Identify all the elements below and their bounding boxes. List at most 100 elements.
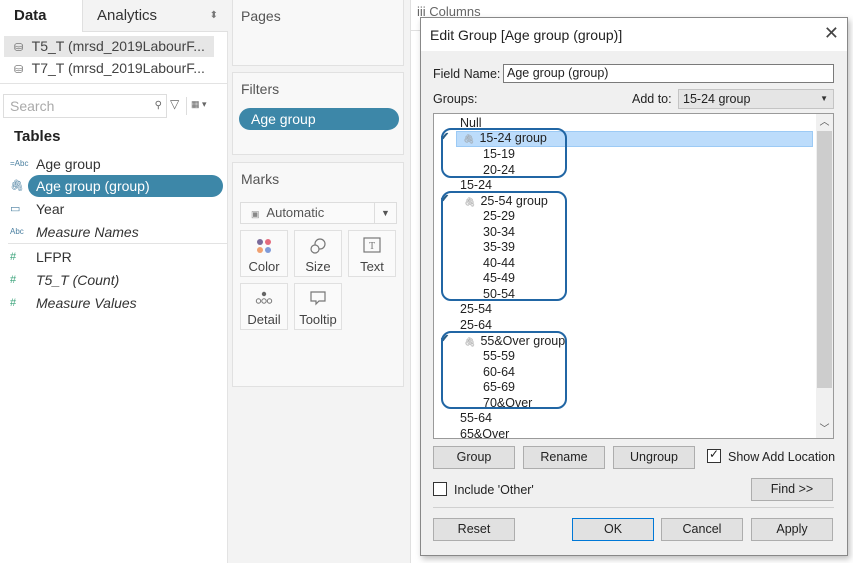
find-button[interactable]: Find >> [751,478,833,501]
tree-item[interactable]: 65-69 [434,380,515,396]
tree-item[interactable]: 15-19 [434,147,515,163]
filters-shelf[interactable]: Filters Age group [232,72,404,155]
tab-analytics[interactable]: Analytics ⬍ [82,0,228,32]
tree-item[interactable]: 60-64 [434,365,515,381]
database-icon: ⛁ [14,64,24,76]
group-button[interactable]: Group [433,446,515,469]
size-icon [295,237,341,255]
ungroup-button[interactable]: Ungroup [613,446,695,469]
add-to-label: Add to: [632,92,672,106]
reset-button[interactable]: Reset [433,518,515,541]
tree-item[interactable]: 35-39 [434,240,515,256]
field-year[interactable]: ▭ Year [0,198,228,220]
tree-item[interactable]: 55-59 [434,349,515,365]
text-icon: T [349,237,395,255]
tree-group-label: 55&Over group [480,334,566,348]
marks-title: Marks [241,171,280,187]
tab-data[interactable]: Data [0,0,82,32]
data-sources: ⛁ T5_T (mrsd_2019LabourF... ⛁ T7_T (mrsd… [0,34,228,84]
dimensions-measures-divider [8,243,228,244]
field-t5t-count[interactable]: # T5_T (Count) [0,269,228,291]
tree-item[interactable]: 45-49 [434,271,515,287]
show-add-location-checkbox[interactable]: ✓ [707,447,721,463]
number-icon: # [10,297,17,309]
field-label: Year [36,201,65,217]
field-lfpr[interactable]: # LFPR [0,246,228,268]
tooltip-button[interactable]: Tooltip [294,283,342,330]
pane-menu-icon[interactable]: ⬍ [210,0,218,32]
filter-icon[interactable]: ▽ [170,97,179,111]
tree-item[interactable]: 20-24 [434,163,515,179]
field-label: Age group (group) [36,178,150,194]
dialog-divider [433,507,834,508]
add-to-select[interactable]: 15-24 group ▼ [678,89,834,109]
tree-group-item[interactable]: 🖇 25-54 group [434,194,548,210]
string-icon: =Abc [10,159,29,168]
tree-item[interactable]: 25-54 [434,302,492,318]
edit-group-dialog: Edit Group [Age group (group)] ✕ Field N… [420,17,848,556]
tables-header: Tables [14,128,61,145]
detail-label: Detail [247,312,281,327]
search-row: Search ⚲ ▽ ▦ ▾ [0,94,228,120]
tree-item[interactable]: 55-64 [434,411,492,427]
number-icon: # [10,274,17,286]
size-button[interactable]: Size [294,230,342,277]
chevron-down-icon[interactable]: ﹀ [816,421,833,438]
svg-text:T: T [369,241,375,252]
data-source-item[interactable]: ⛁ T7_T (mrsd_2019LabourF... [4,58,214,79]
tree-item[interactable]: 40-44 [434,256,515,272]
search-icon: ⚲ [154,100,162,111]
pages-shelf[interactable]: Pages [232,0,404,66]
include-other-label: Include 'Other' [454,483,534,497]
chevron-down-icon[interactable]: ▼ [374,203,396,223]
mark-type-dropdown[interactable]: ▣ Automatic ▼ [240,202,397,224]
field-measure-names[interactable]: Abc Measure Names [0,221,228,243]
field-label: LFPR [36,249,72,265]
tree-item[interactable]: 25-29 [434,209,515,225]
include-other-checkbox[interactable] [433,482,447,496]
tree-item[interactable]: 65&Over [434,427,509,438]
tree-group-item[interactable]: 🖇 55&Over group [434,334,565,350]
field-age-group[interactable]: =Abc Age group [0,153,228,175]
field-name-label: Field Name: [433,67,501,81]
tooltip-label: Tooltip [299,312,337,327]
divider [186,97,187,115]
close-icon[interactable]: ✕ [824,23,839,44]
tree-item[interactable]: 30-34 [434,225,515,241]
database-active-icon: ⛁ [14,42,24,54]
field-name-input[interactable]: Age group (group) [503,64,834,83]
apply-button[interactable]: Apply [751,518,833,541]
detail-button[interactable]: Detail [240,283,288,330]
size-label: Size [305,259,331,274]
calendar-icon: ▭ [10,203,21,215]
filter-pill-age-group[interactable]: Age group [239,108,399,130]
tree-item[interactable]: 70&Over [434,396,532,412]
data-source-item[interactable]: ⛁ T5_T (mrsd_2019LabourF... [4,36,214,57]
view-options-icon[interactable]: ▦ ▾ [191,99,207,110]
tree-scrollbar[interactable]: ︿ ﹀ [816,114,833,438]
dialog-title: Edit Group [Age group (group)] [430,27,623,43]
field-age-group-group[interactable]: 🖇 Age group (group) [0,175,228,197]
dialog-titlebar[interactable]: Edit Group [Age group (group)] ✕ [421,18,847,51]
ok-button[interactable]: OK [572,518,654,541]
text-label: Text [360,259,384,274]
chevron-down-icon: ▼ [820,94,828,103]
paperclip-icon: 🖇 [464,337,476,347]
rename-button[interactable]: Rename [523,446,605,469]
field-label: Measure Values [36,295,137,311]
groups-tree: Null ✔ 🖇 15-24 group 15-19 20-24 15-24 ✔ … [433,113,834,439]
chevron-up-icon[interactable]: ︿ [816,114,833,131]
search-input[interactable]: Search ⚲ [3,94,167,118]
marks-card: Marks ▣ Automatic ▼ Color Size T Text De… [232,162,404,387]
text-button[interactable]: T Text [348,230,396,277]
cancel-button[interactable]: Cancel [661,518,743,541]
tree-item[interactable]: 50-54 [434,287,515,303]
tree-group-item[interactable]: 🖇 15-24 group [456,131,813,147]
pages-title: Pages [241,8,281,24]
tooltip-icon [295,290,341,308]
add-to-value: 15-24 group [683,92,751,106]
color-button[interactable]: Color [240,230,288,277]
scrollbar-thumb[interactable] [817,131,832,388]
expand-check-icon[interactable]: ✔ [440,130,449,143]
field-measure-values[interactable]: # Measure Values [0,292,228,314]
